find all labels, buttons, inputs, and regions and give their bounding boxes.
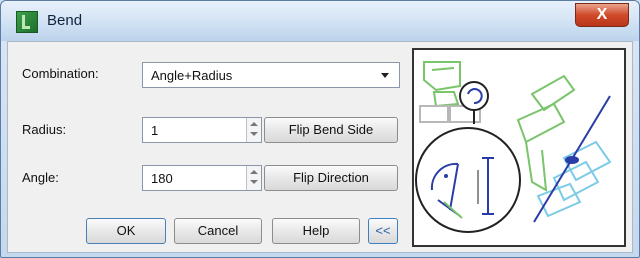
rotate-icon-circle	[459, 81, 489, 111]
spin-down-icon[interactable]	[250, 180, 258, 184]
dialog-body: Combination: Angle+Radius Radius: 1 Flip…	[7, 41, 633, 253]
bend-dialog: Bend X Combination: Angle+Radius Radius:…	[0, 0, 640, 258]
close-button[interactable]: X	[575, 3, 629, 27]
zoom-detail-circle	[415, 127, 521, 233]
spin-up-icon[interactable]	[250, 122, 258, 126]
title-bar[interactable]: Bend X	[1, 1, 639, 41]
help-button[interactable]: Help	[272, 218, 360, 244]
combination-label: Combination:	[22, 66, 99, 81]
radius-label: Radius:	[22, 122, 67, 137]
radius-spin-buttons[interactable]	[246, 118, 261, 142]
bend-app-icon	[16, 11, 38, 33]
combination-dropdown[interactable]: Angle+Radius	[142, 62, 400, 88]
spin-up-icon[interactable]	[250, 170, 258, 174]
radius-value[interactable]: 1	[151, 123, 158, 138]
combination-value: Angle+Radius	[151, 68, 233, 83]
cyan-part-shape	[536, 140, 612, 218]
ok-button[interactable]: OK	[86, 218, 166, 244]
radius-spinner[interactable]: 1	[142, 117, 262, 143]
angle-spinner[interactable]: 180	[142, 165, 262, 191]
window-title: Bend	[47, 12, 83, 29]
flip-direction-button[interactable]: Flip Direction	[264, 165, 398, 191]
spin-down-icon[interactable]	[250, 132, 258, 136]
bend-preview-graphic	[415, 61, 612, 233]
bend-preview	[412, 48, 626, 247]
angle-spin-buttons[interactable]	[246, 166, 261, 190]
flip-bend-side-button[interactable]: Flip Bend Side	[264, 117, 398, 143]
angle-label: Angle:	[22, 170, 59, 185]
dropdown-arrow-icon[interactable]	[381, 73, 389, 78]
bend-marker	[565, 156, 579, 164]
collapse-preview-button[interactable]: <<	[368, 218, 398, 244]
cancel-button[interactable]: Cancel	[174, 218, 262, 244]
angle-value[interactable]: 180	[151, 171, 173, 186]
